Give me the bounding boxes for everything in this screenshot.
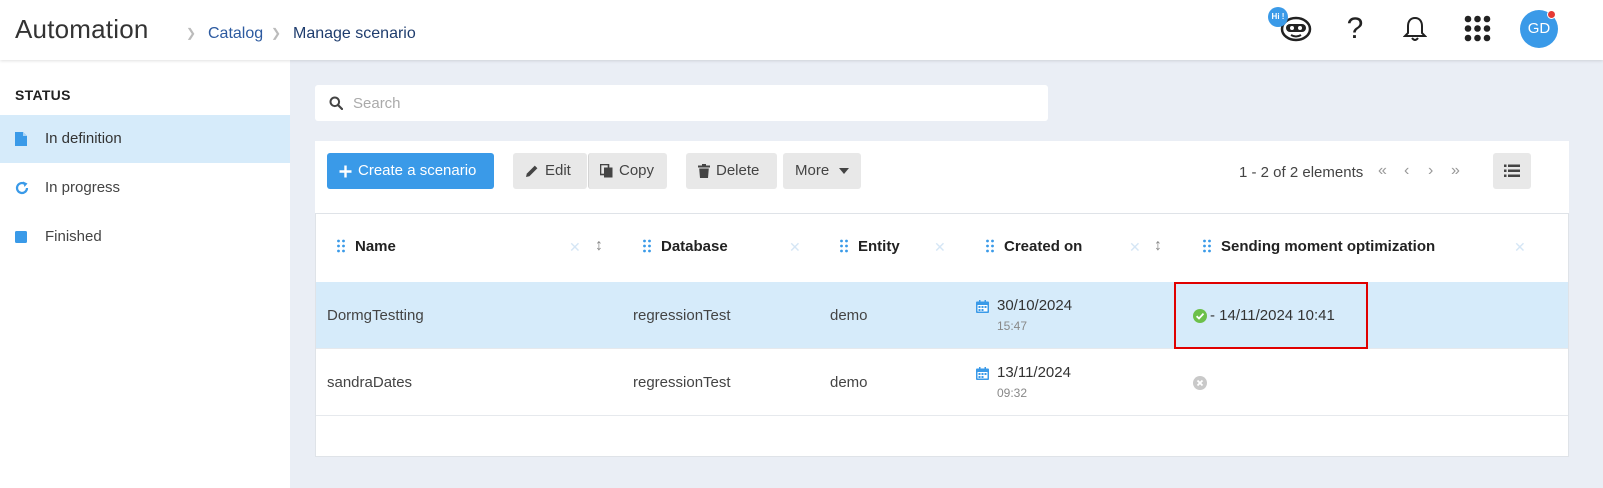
column-header-entity[interactable]: Entity xyxy=(840,238,900,255)
app-title: Automation xyxy=(15,14,149,44)
square-icon xyxy=(15,231,27,243)
remove-column-icon[interactable]: ✕ xyxy=(934,239,946,256)
file-icon xyxy=(15,132,27,146)
notification-bell-icon[interactable] xyxy=(1403,15,1427,43)
cell-created-date: 13/11/2024 xyxy=(997,364,1071,381)
sort-icon[interactable]: ↕ xyxy=(595,237,603,255)
calendar-icon xyxy=(976,367,989,380)
column-header-label: Name xyxy=(355,238,396,255)
x-circle-icon xyxy=(1193,376,1207,390)
scenario-panel: Create a scenario Edit Copy Delete More … xyxy=(315,141,1569,457)
plus-icon xyxy=(339,165,352,178)
hi-badge: Hi ! xyxy=(1268,7,1288,27)
cell-created-time: 09:32 xyxy=(997,386,1028,400)
sidebar-item-label: Finished xyxy=(45,228,102,245)
sort-icon[interactable]: ↕ xyxy=(1154,237,1162,255)
drag-handle-icon[interactable] xyxy=(1203,239,1211,253)
copy-label: Copy xyxy=(619,162,655,180)
cell-entity: demo xyxy=(830,307,868,324)
column-header-label: Database xyxy=(661,238,728,255)
list-view-button[interactable] xyxy=(1493,153,1531,189)
column-header-label: Sending moment optimization xyxy=(1221,238,1436,255)
drag-handle-icon[interactable] xyxy=(986,239,994,253)
column-header-sending-moment-optimization[interactable]: Sending moment optimization xyxy=(1203,238,1435,255)
drag-handle-icon[interactable] xyxy=(643,239,651,253)
create-scenario-button[interactable]: Create a scenario xyxy=(327,153,494,189)
trash-icon xyxy=(698,164,710,179)
sidebar-item-finished[interactable]: Finished xyxy=(0,213,290,261)
calendar-icon xyxy=(976,300,989,313)
sidebar-item-label: In progress xyxy=(45,179,121,196)
create-scenario-label: Create a scenario xyxy=(358,162,477,180)
copy-icon xyxy=(600,164,613,178)
status-sidebar: STATUS In definition In progress Finishe… xyxy=(0,60,290,488)
highlight-annotation-box xyxy=(1174,282,1368,349)
list-icon xyxy=(1504,164,1520,177)
notification-dot xyxy=(1547,10,1556,19)
copy-button[interactable]: Copy xyxy=(588,153,667,189)
cell-name: sandraDates xyxy=(327,374,413,391)
remove-column-icon[interactable]: ✕ xyxy=(569,239,581,256)
pencil-icon xyxy=(526,165,538,178)
help-icon[interactable]: ? xyxy=(1342,12,1368,46)
column-header-label: Created on xyxy=(1004,238,1083,255)
cell-created-time: 15:47 xyxy=(997,319,1028,333)
caret-down-icon xyxy=(839,168,850,175)
cell-name: DormgTestting xyxy=(327,307,424,324)
delete-button[interactable]: Delete xyxy=(686,153,777,189)
sidebar-item-in-definition[interactable]: In definition xyxy=(0,115,290,163)
more-dropdown-button[interactable]: More xyxy=(783,153,861,189)
table-row[interactable]: DormgTestting regressionTest demo 30/10/… xyxy=(316,282,1568,349)
table-row[interactable]: sandraDates regressionTest demo 13/11/20… xyxy=(316,349,1568,416)
cell-entity: demo xyxy=(830,374,868,391)
cell-database: regressionTest xyxy=(633,307,731,324)
more-label: More xyxy=(795,162,830,180)
refresh-icon xyxy=(15,181,29,195)
last-page-icon[interactable]: » xyxy=(1451,162,1460,180)
breadcrumb-catalog-link[interactable]: Catalog xyxy=(208,25,263,43)
column-header-name[interactable]: Name xyxy=(337,238,396,255)
breadcrumb-separator-icon: ❯ xyxy=(186,26,197,40)
sidebar-item-label: In definition xyxy=(45,130,122,147)
remove-column-icon[interactable]: ✕ xyxy=(1129,239,1141,256)
breadcrumb-separator-icon: ❯ xyxy=(271,26,282,40)
search-box xyxy=(315,85,1048,121)
top-header: Automation ❯ Catalog ❯ Manage scenario H… xyxy=(0,0,1603,60)
drag-handle-icon[interactable] xyxy=(337,239,345,253)
main-content: Create a scenario Edit Copy Delete xyxy=(290,60,1603,488)
column-header-label: Entity xyxy=(858,238,900,255)
pager-count: 1 - 2 of 2 elements xyxy=(1239,164,1364,181)
column-header-created-on[interactable]: Created on xyxy=(986,238,1082,255)
sidebar-item-in-progress[interactable]: In progress xyxy=(0,164,290,212)
breadcrumb-current: Manage scenario xyxy=(293,25,416,42)
previous-page-icon[interactable]: ‹ xyxy=(1404,162,1409,180)
scenario-table: Name ✕ ↕ Database ✕ Entity ✕ Created on … xyxy=(315,213,1569,457)
drag-handle-icon[interactable] xyxy=(840,239,848,253)
apps-grid-icon[interactable] xyxy=(1464,15,1491,42)
column-header-database[interactable]: Database xyxy=(643,238,728,255)
status-heading: STATUS xyxy=(15,87,71,103)
first-page-icon[interactable]: « xyxy=(1378,162,1387,180)
edit-button[interactable]: Edit xyxy=(513,153,587,189)
cell-created-date: 30/10/2024 xyxy=(997,297,1073,314)
delete-label: Delete xyxy=(716,162,760,180)
toolbar: Create a scenario Edit Copy Delete More … xyxy=(315,141,1569,213)
cell-database: regressionTest xyxy=(633,374,731,391)
next-page-icon[interactable]: › xyxy=(1428,162,1433,180)
table-header: Name ✕ ↕ Database ✕ Entity ✕ Created on … xyxy=(316,214,1568,282)
search-icon xyxy=(329,96,343,110)
remove-column-icon[interactable]: ✕ xyxy=(789,239,801,256)
edit-label: Edit xyxy=(545,162,571,180)
remove-column-icon[interactable]: ✕ xyxy=(1514,239,1526,256)
search-input[interactable] xyxy=(353,85,1033,121)
